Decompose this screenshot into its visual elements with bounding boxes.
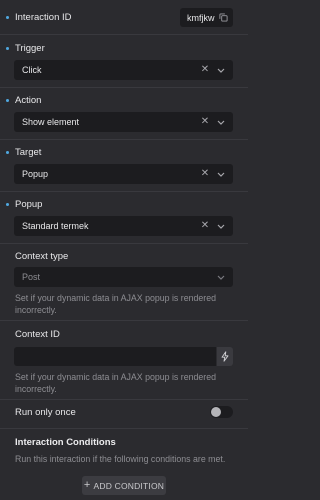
required-dot	[6, 15, 9, 19]
clear-icon[interactable]: ✕	[199, 221, 211, 231]
action-label: Action	[6, 94, 41, 106]
interaction-id-label: Interaction ID	[6, 11, 72, 23]
required-dot	[6, 46, 9, 50]
copy-icon[interactable]	[218, 13, 228, 22]
divider	[0, 243, 248, 244]
chevron-down-icon[interactable]	[215, 120, 227, 125]
plus-icon: +	[83, 479, 91, 491]
run-only-once-toggle[interactable]	[210, 406, 233, 418]
clear-icon[interactable]: ✕	[199, 117, 211, 127]
context-type-select[interactable]: Post	[14, 267, 233, 287]
conditions-description: Run this interaction if the following co…	[15, 454, 226, 464]
divider	[0, 139, 248, 140]
required-dot	[6, 98, 9, 102]
bolt-icon[interactable]	[217, 347, 233, 366]
required-dot	[6, 150, 9, 154]
trigger-value: Click	[22, 65, 42, 75]
chevron-down-icon[interactable]	[215, 172, 227, 177]
target-label: Target	[6, 146, 41, 158]
divider	[0, 87, 248, 88]
context-id-label: Context ID	[15, 328, 60, 340]
divider	[0, 428, 248, 429]
toggle-knob	[211, 407, 221, 417]
interaction-id-value: kmfjkw	[187, 12, 215, 23]
add-condition-button[interactable]: + ADD CONDITION	[82, 476, 166, 495]
context-id-help: Set if your dynamic data in AJAX popup i…	[15, 372, 216, 394]
context-type-label: Context type	[15, 250, 69, 262]
trigger-label: Trigger	[6, 42, 45, 54]
chevron-down-icon[interactable]	[215, 275, 227, 280]
target-value: Popup	[22, 169, 49, 179]
popup-value: Standard termek	[22, 221, 89, 231]
chevron-down-icon[interactable]	[215, 68, 227, 73]
target-select[interactable]: Popup ✕	[14, 164, 233, 184]
action-value: Show element	[22, 117, 80, 127]
clear-icon[interactable]: ✕	[199, 169, 211, 179]
action-select[interactable]: Show element ✕	[14, 112, 233, 132]
run-only-once-label: Run only once	[15, 406, 76, 418]
context-type-value: Post	[22, 272, 41, 282]
popup-label: Popup	[6, 198, 42, 210]
context-type-help: Set if your dynamic data in AJAX popup i…	[15, 293, 216, 315]
add-condition-label: ADD CONDITION	[93, 480, 165, 491]
trigger-select[interactable]: Click ✕	[14, 60, 233, 80]
chevron-down-icon[interactable]	[215, 224, 227, 229]
interaction-id-field[interactable]: kmfjkw	[180, 8, 233, 27]
divider	[0, 399, 248, 400]
conditions-heading: Interaction Conditions	[15, 437, 116, 448]
required-dot	[6, 202, 9, 206]
popup-select[interactable]: Standard termek ✕	[14, 216, 233, 236]
divider	[0, 191, 248, 192]
divider	[0, 320, 248, 321]
divider	[0, 34, 248, 35]
context-id-input[interactable]	[14, 347, 216, 366]
clear-icon[interactable]: ✕	[199, 65, 211, 75]
